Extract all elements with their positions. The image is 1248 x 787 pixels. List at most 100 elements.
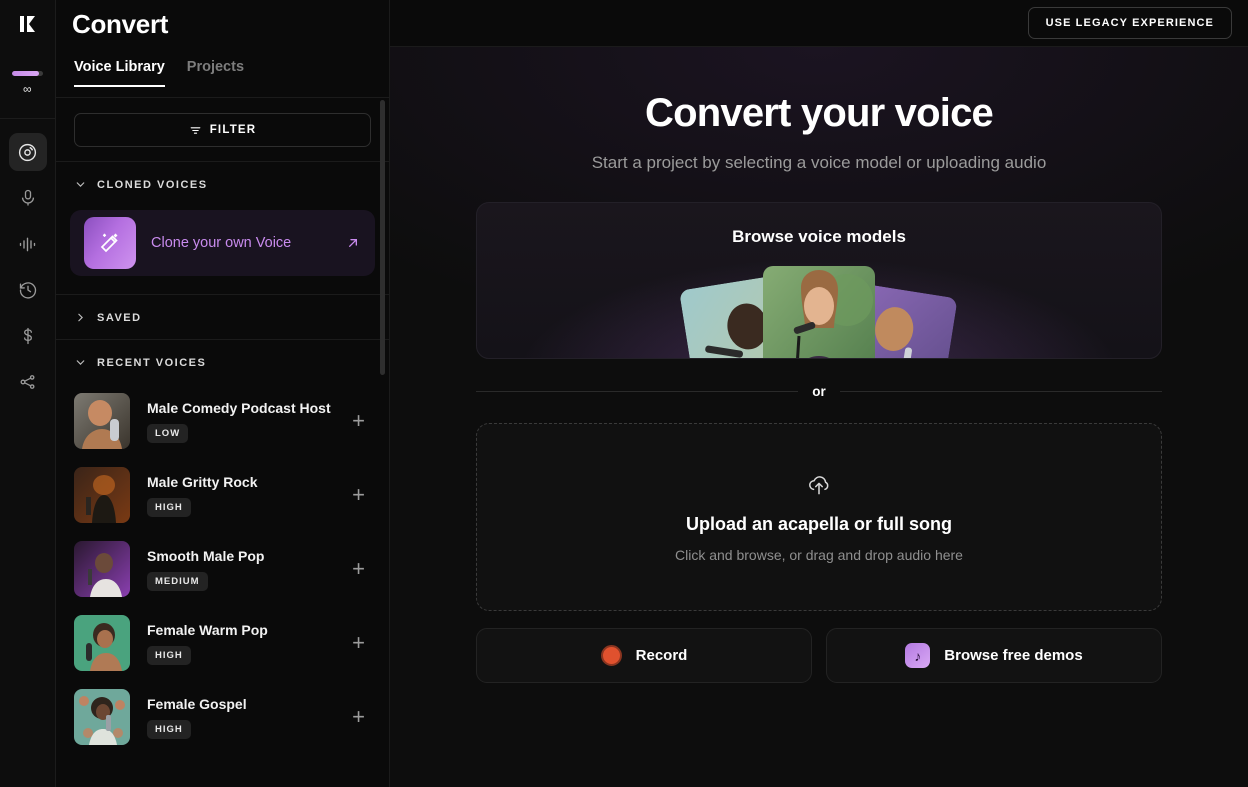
list-item[interactable]: Female Warm Pop HIGH + [56,606,389,680]
share-nodes-icon [19,375,34,389]
hero-title: Convert your voice [645,91,994,135]
page-title: Convert [72,9,169,39]
sidebar-scroll-area: CLONED VOICES Clone your own Voice SAVED… [56,162,389,787]
voice-info: Female Warm Pop HIGH [147,622,329,665]
voice-thumbnail [74,689,130,745]
microphone-icon [21,189,34,206]
rail-item-share[interactable] [9,363,47,401]
quota-label: ∞ [22,81,33,96]
filter-button[interactable]: FILTER [74,113,371,147]
voice-thumbnail [74,541,130,597]
app-logo[interactable] [0,0,56,47]
add-voice-button[interactable]: + [346,558,371,580]
list-item[interactable]: Smooth Male Pop MEDIUM + [56,532,389,606]
add-voice-button[interactable]: + [346,410,371,432]
rail-item-record[interactable] [9,179,47,217]
add-voice-button[interactable]: + [346,484,371,506]
divider-line-left [476,391,799,392]
browse-card-title: Browse voice models [732,227,906,246]
voice-thumbnail [74,615,130,671]
clock-history-icon [19,282,36,299]
upload-dropzone[interactable]: Upload an acapella or full song Click an… [476,423,1162,611]
voice-name: Male Gritty Rock [147,473,258,490]
preview-card-center [763,266,875,358]
action-buttons: Record ♪ Browse free demos [476,628,1162,683]
status-badge: HIGH [147,497,191,517]
vinyl-record-icon [18,143,37,161]
voice-model-preview-cards [477,248,1161,358]
list-item[interactable]: Male Comedy Podcast Host LOW + [56,384,389,458]
voice-info: Male Comedy Podcast Host LOW [147,399,331,443]
filter-label: FILTER [209,124,257,136]
voice-name: Female Gospel [147,695,247,712]
voice-thumbnail [74,467,130,523]
magic-wand-icon [100,233,118,253]
filter-icon [190,126,201,134]
app-root: ∞ Voice Library Projects FILTER CLONED V… [0,0,1248,787]
record-label: Record [635,647,688,664]
divider-line-right [839,391,1162,392]
voice-name: Male Comedy Podcast Host [147,399,331,416]
section-label-recent: RECENT VOICES [97,356,207,369]
filter-bar: FILTER [56,98,389,162]
status-badge: MEDIUM [147,571,208,591]
chevron-down-icon [74,356,87,369]
sidebar-tabs: Voice Library Projects [56,47,389,98]
status-badge: HIGH [147,645,191,665]
chevron-right-icon [74,311,87,324]
record-button[interactable]: Record [476,628,812,683]
upload-title: Upload an acapella or full song [685,513,953,534]
klay-logo-icon [19,15,35,32]
dollar-icon [23,327,32,345]
voice-name: Smooth Male Pop [147,547,265,564]
list-item[interactable]: Female Gospel HIGH + [56,680,389,754]
clone-your-own-voice-row[interactable]: Clone your own Voice [70,210,375,276]
browse-voice-models-card[interactable]: Browse voice models [476,202,1162,359]
clone-voice-label: Clone your own Voice [151,235,292,251]
clone-voice-thumbnail [84,217,136,269]
section-header-cloned-voices[interactable]: CLONED VOICES [56,162,389,206]
top-bar: Convert USE LEGACY EXPERIENCE [72,0,1248,47]
browse-demos-label: Browse free demos [944,647,1083,664]
rail-item-history[interactable] [9,271,47,309]
cloud-upload-icon [809,475,829,494]
upload-subtitle: Click and browse, or drag and drop audio… [675,546,963,563]
voice-library-sidebar: Voice Library Projects FILTER CLONED VOI… [56,0,390,787]
waveform-icon [19,237,36,251]
voice-info: Smooth Male Pop MEDIUM [147,548,329,591]
browse-free-demos-button[interactable]: ♪ Browse free demos [826,628,1162,683]
or-divider: or [476,384,1162,399]
rail-item-convert[interactable] [8,133,47,171]
arrow-up-right-icon [345,235,361,251]
voice-info: Male Gritty Rock HIGH [147,474,329,517]
record-circle-icon [600,645,622,666]
sidebar-scrollbar[interactable] [380,100,385,375]
section-header-recent-voices[interactable]: RECENT VOICES [56,339,389,384]
rail-nav-items [8,133,47,401]
divider-label: or [812,384,826,399]
list-item[interactable]: Male Gritty Rock HIGH + [56,458,389,532]
main-panel: Convert USE LEGACY EXPERIENCE Convert yo… [72,0,1248,787]
section-header-saved[interactable]: SAVED [56,294,389,339]
rail-item-studio[interactable] [9,225,47,263]
chevron-down-icon [74,178,87,191]
quota-progress-bar [12,70,43,76]
voice-thumbnail [74,393,130,449]
credits-quota: ∞ [0,47,56,119]
section-label-cloned: CLONED VOICES [97,178,208,191]
content-column: Browse voice models or Upload an acapell… [476,173,1162,683]
tab-voice-library[interactable]: Voice Library [74,59,165,87]
add-voice-button[interactable]: + [346,632,371,654]
hero-subtitle: Start a project by selecting a voice mod… [591,153,1047,172]
main-content: Convert your voice Start a project by se… [390,47,1248,787]
add-voice-button[interactable]: + [346,706,371,728]
status-badge: LOW [147,423,189,443]
section-label-saved: SAVED [97,311,142,324]
status-badge: HIGH [147,719,191,739]
rail-item-billing[interactable] [9,317,47,355]
left-icon-rail: ∞ [0,0,56,787]
voice-info: Female Gospel HIGH [147,696,329,739]
use-legacy-experience-button[interactable]: USE LEGACY EXPERIENCE [1027,7,1232,39]
tab-projects[interactable]: Projects [187,59,244,87]
music-note-icon: ♪ [905,643,931,668]
